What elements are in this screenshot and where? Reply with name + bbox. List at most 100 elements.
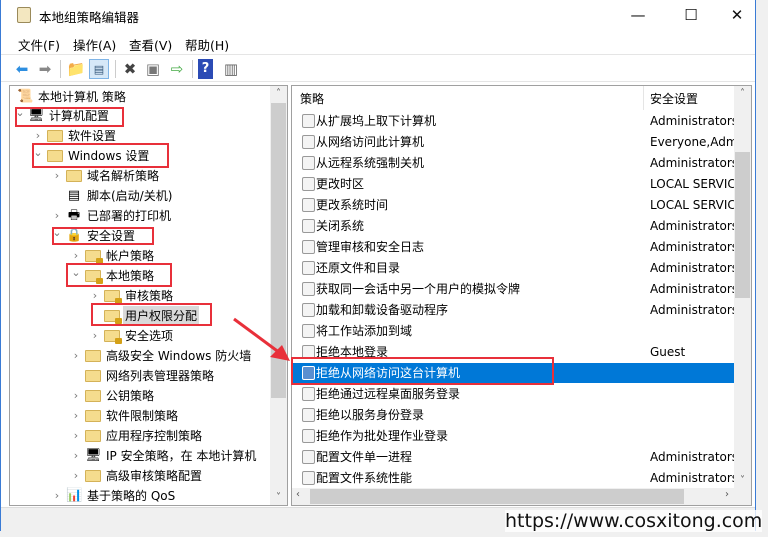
policy-name: 还原文件和目录 bbox=[316, 261, 401, 275]
policy-row[interactable]: 从扩展坞上取下计算机 Administrators,U bbox=[292, 111, 736, 131]
back-icon[interactable]: ⬅ bbox=[12, 59, 32, 79]
policy-name: 管理审核和安全日志 bbox=[316, 240, 425, 254]
tree-item-label: 公钥策略 bbox=[106, 389, 155, 403]
security-setting: Administrators bbox=[650, 156, 736, 170]
properties-icon[interactable]: ▣ bbox=[143, 59, 163, 79]
policy-icon bbox=[302, 282, 315, 296]
policy-name: 更改时区 bbox=[316, 177, 365, 191]
tree-item[interactable]: › 软件限制策略 bbox=[10, 406, 272, 426]
tree-item-label: 高级审核策略配置 bbox=[106, 469, 203, 483]
help-icon[interactable]: ? bbox=[198, 59, 213, 79]
chevron-right-icon[interactable]: › bbox=[70, 346, 82, 366]
show-action-pane-icon[interactable]: ▥ bbox=[221, 59, 241, 79]
policy-row[interactable]: 将工作站添加到域 bbox=[292, 321, 736, 341]
show-hide-tree-icon[interactable]: ▤ bbox=[89, 59, 109, 79]
policy-name: 将工作站添加到域 bbox=[316, 324, 413, 338]
tree-item-label: IP 安全策略，在 本地计算机 bbox=[106, 449, 257, 463]
policy-row[interactable]: 配置文件系统性能 Administrators,N bbox=[292, 468, 736, 488]
policy-row[interactable]: 还原文件和目录 Administrators,E bbox=[292, 258, 736, 278]
tree-item[interactable]: › 公钥策略 bbox=[10, 386, 272, 406]
folder-icon bbox=[85, 470, 101, 482]
tree-item[interactable]: › 高级审核策略配置 bbox=[10, 466, 272, 486]
policy-name: 关闭系统 bbox=[316, 219, 365, 233]
chevron-right-icon[interactable]: › bbox=[70, 466, 82, 486]
chevron-right-icon[interactable]: › bbox=[70, 446, 82, 466]
security-setting: Guest bbox=[650, 345, 686, 359]
folder-icon bbox=[85, 390, 101, 402]
policy-row[interactable]: 关闭系统 Administrators,U bbox=[292, 216, 736, 236]
policy-row[interactable]: 拒绝以服务身份登录 bbox=[292, 405, 736, 425]
scroll-down-icon[interactable]: ˅ bbox=[734, 475, 751, 486]
policy-icon bbox=[302, 303, 315, 317]
list-vertical-scrollbar[interactable]: ˄ ˅ bbox=[734, 86, 751, 488]
chevron-right-icon[interactable]: › bbox=[70, 406, 82, 426]
tree-item[interactable]: › 📊 基于策略的 QoS bbox=[10, 486, 272, 505]
forward-icon[interactable]: ➡ bbox=[35, 59, 55, 79]
column-header-security-setting[interactable]: 安全设置 bbox=[650, 90, 698, 107]
close-button[interactable]: ✕ bbox=[714, 4, 760, 26]
annotation-box bbox=[52, 227, 154, 245]
menu-help[interactable]: 帮助(H) bbox=[185, 35, 229, 54]
security-setting: Everyone,Admin bbox=[650, 135, 736, 149]
tree-item-label: 本地计算机 策略 bbox=[38, 90, 126, 104]
policy-row[interactable]: 拒绝作为批处理作业登录 bbox=[292, 426, 736, 446]
chevron-right-icon[interactable]: › bbox=[51, 486, 63, 505]
policy-row[interactable]: 从远程系统强制关机 Administrators bbox=[292, 153, 736, 173]
policy-icon bbox=[302, 219, 315, 233]
policy-icon bbox=[302, 198, 315, 212]
list-scroll-thumb[interactable] bbox=[735, 152, 750, 298]
maximize-button[interactable]: ☐ bbox=[668, 4, 714, 26]
tree-item-label: 网络列表管理器策略 bbox=[106, 369, 215, 383]
list-hscroll-thumb[interactable] bbox=[310, 489, 684, 504]
security-setting: Administrators,N bbox=[650, 471, 736, 485]
policy-row[interactable]: 拒绝通过远程桌面服务登录 bbox=[292, 384, 736, 404]
export-list-icon[interactable]: ⇨ bbox=[167, 59, 187, 79]
scroll-left-icon[interactable]: ‹ bbox=[296, 489, 300, 500]
up-folder-icon[interactable]: 📁 bbox=[66, 59, 86, 79]
policy-row[interactable]: 加载和卸载设备驱动程序 Administrators bbox=[292, 300, 736, 320]
chevron-right-icon[interactable]: › bbox=[89, 326, 101, 346]
ip-security-icon: 🖥 bbox=[85, 448, 102, 463]
scroll-right-icon[interactable]: › bbox=[725, 489, 729, 500]
tree-item[interactable]: › 🖥 IP 安全策略，在 本地计算机 bbox=[10, 446, 272, 466]
menu-view[interactable]: 查看(V) bbox=[129, 35, 172, 54]
policy-row[interactable]: 从网络访问此计算机 Everyone,Admin bbox=[292, 132, 736, 152]
tree-item[interactable]: › 🖶 已部署的打印机 bbox=[10, 206, 272, 226]
menu-file[interactable]: 文件(F) bbox=[18, 35, 60, 54]
minimize-button[interactable]: — bbox=[615, 4, 661, 26]
scroll-up-icon[interactable]: ˄ bbox=[734, 88, 751, 99]
policy-name: 从网络访问此计算机 bbox=[316, 135, 425, 149]
qos-chart-icon: 📊 bbox=[66, 488, 83, 503]
policy-row[interactable]: 更改时区 LOCAL SERVICE, bbox=[292, 174, 736, 194]
policy-icon bbox=[302, 429, 315, 443]
chevron-right-icon[interactable]: › bbox=[51, 166, 63, 186]
policy-row[interactable]: 管理审核和安全日志 Administrators bbox=[292, 237, 736, 257]
column-header-policy[interactable]: 策略 bbox=[300, 90, 324, 107]
policy-row[interactable]: 配置文件单一进程 Administrators bbox=[292, 447, 736, 467]
tree-item[interactable]: 📜 本地计算机 策略 bbox=[10, 87, 272, 107]
policy-name: 更改系统时间 bbox=[316, 198, 389, 212]
tree-item[interactable]: › 域名解析策略 bbox=[10, 166, 272, 186]
chevron-right-icon[interactable]: › bbox=[70, 386, 82, 406]
policy-row[interactable]: 获取同一会话中另一个用户的模拟令牌 Administrators bbox=[292, 279, 736, 299]
chevron-right-icon[interactable]: › bbox=[70, 426, 82, 446]
security-setting: Administrators,U bbox=[650, 114, 736, 128]
scroll-up-icon[interactable]: ˄ bbox=[270, 88, 287, 99]
menu-action[interactable]: 操作(A) bbox=[73, 35, 116, 54]
delete-icon[interactable]: ✖ bbox=[120, 59, 140, 79]
list-horizontal-scrollbar[interactable]: ‹ › bbox=[292, 488, 751, 505]
annotation-box bbox=[66, 263, 172, 287]
tree-item-label: 域名解析策略 bbox=[87, 169, 160, 183]
scroll-down-icon[interactable]: ˅ bbox=[270, 492, 287, 503]
tree-item[interactable]: ▤ 脚本(启动/关机) bbox=[10, 186, 272, 206]
annotation-box bbox=[291, 357, 554, 385]
policy-name: 加载和卸载设备驱动程序 bbox=[316, 303, 449, 317]
tree-scrollbar[interactable]: ˄ ˅ bbox=[270, 86, 287, 505]
tree-item[interactable]: › 应用程序控制策略 bbox=[10, 426, 272, 446]
policy-row[interactable]: 更改系统时间 LOCAL SERVICE, bbox=[292, 195, 736, 215]
tree-item[interactable]: 网络列表管理器策略 bbox=[10, 366, 272, 386]
script-icon: ▤ bbox=[67, 188, 81, 203]
tree-item-label: 应用程序控制策略 bbox=[106, 429, 203, 443]
tree-item-label: 基于策略的 QoS bbox=[87, 489, 176, 503]
tree-item-label: 脚本(启动/关机) bbox=[87, 189, 173, 203]
